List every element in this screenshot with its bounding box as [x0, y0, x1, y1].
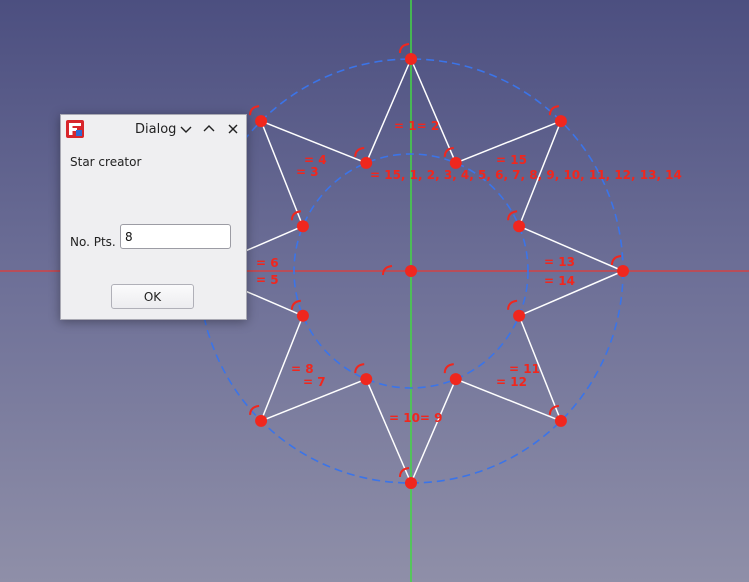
star-vertex[interactable]	[296, 220, 309, 233]
ok-button[interactable]: OK	[111, 284, 194, 309]
point-on-object-constraint-icon[interactable]	[507, 299, 518, 310]
star-vertex[interactable]	[255, 115, 268, 128]
point-on-object-constraint-icon[interactable]	[611, 255, 622, 266]
star-vertex[interactable]	[617, 265, 629, 277]
star-edge[interactable]	[410, 58, 457, 164]
constraint-label: = 13	[544, 255, 575, 269]
star-vertex[interactable]	[405, 477, 417, 489]
points-input[interactable]	[120, 224, 231, 249]
constraint-label: = 15	[496, 153, 527, 167]
constraint-label: = 7	[303, 375, 326, 389]
constraint-label: = 5	[256, 273, 279, 287]
star-vertex[interactable]	[513, 220, 526, 233]
star-creator-dialog: Dialog Star creator No. Pts. OK	[60, 114, 247, 320]
constraint-label: = 10= 9	[389, 411, 443, 425]
chevron-down-icon[interactable]	[178, 121, 194, 137]
constraint-label: = 1= 2	[394, 119, 439, 133]
point-on-object-constraint-icon[interactable]	[548, 105, 560, 116]
chevron-up-icon[interactable]	[201, 121, 217, 137]
freecad-logo-icon	[66, 120, 84, 138]
constraint-label: = 8	[291, 362, 314, 376]
close-icon[interactable]	[225, 121, 241, 137]
star-vertex[interactable]	[405, 53, 417, 65]
star-edge[interactable]	[365, 58, 412, 164]
star-edge[interactable]	[410, 378, 457, 484]
dialog-titlebar[interactable]: Dialog	[61, 115, 246, 143]
star-edge[interactable]	[365, 378, 412, 484]
constraint-label: = 15, 1, 2, 3, 4, 5, 6, 7, 8, 9, 10, 11,…	[370, 168, 682, 182]
point-on-object-constraint-icon[interactable]	[249, 105, 260, 116]
center-point[interactable]	[405, 265, 417, 277]
star-vertex[interactable]	[554, 414, 567, 427]
star-vertex[interactable]	[554, 115, 567, 128]
constraint-label: = 6	[256, 256, 279, 270]
star-vertex[interactable]	[296, 309, 309, 322]
points-label: No. Pts.	[70, 235, 116, 249]
dialog-title: Dialog	[135, 122, 177, 137]
star-vertex[interactable]	[255, 414, 268, 427]
star-vertex[interactable]	[360, 373, 373, 386]
point-on-object-constraint-icon[interactable]	[443, 363, 454, 374]
point-on-object-constraint-icon[interactable]	[354, 363, 365, 374]
constraint-label: = 3	[296, 165, 319, 179]
constraint-label: = 14	[544, 274, 575, 288]
dialog-heading: Star creator	[70, 155, 142, 169]
constraint-label: = 11	[509, 362, 540, 376]
point-on-object-constraint-icon[interactable]	[354, 146, 365, 157]
star-vertex[interactable]	[513, 309, 526, 322]
point-on-object-constraint-icon[interactable]	[399, 43, 410, 54]
constraint-label: = 12	[496, 375, 527, 389]
star-vertex[interactable]	[449, 373, 462, 386]
